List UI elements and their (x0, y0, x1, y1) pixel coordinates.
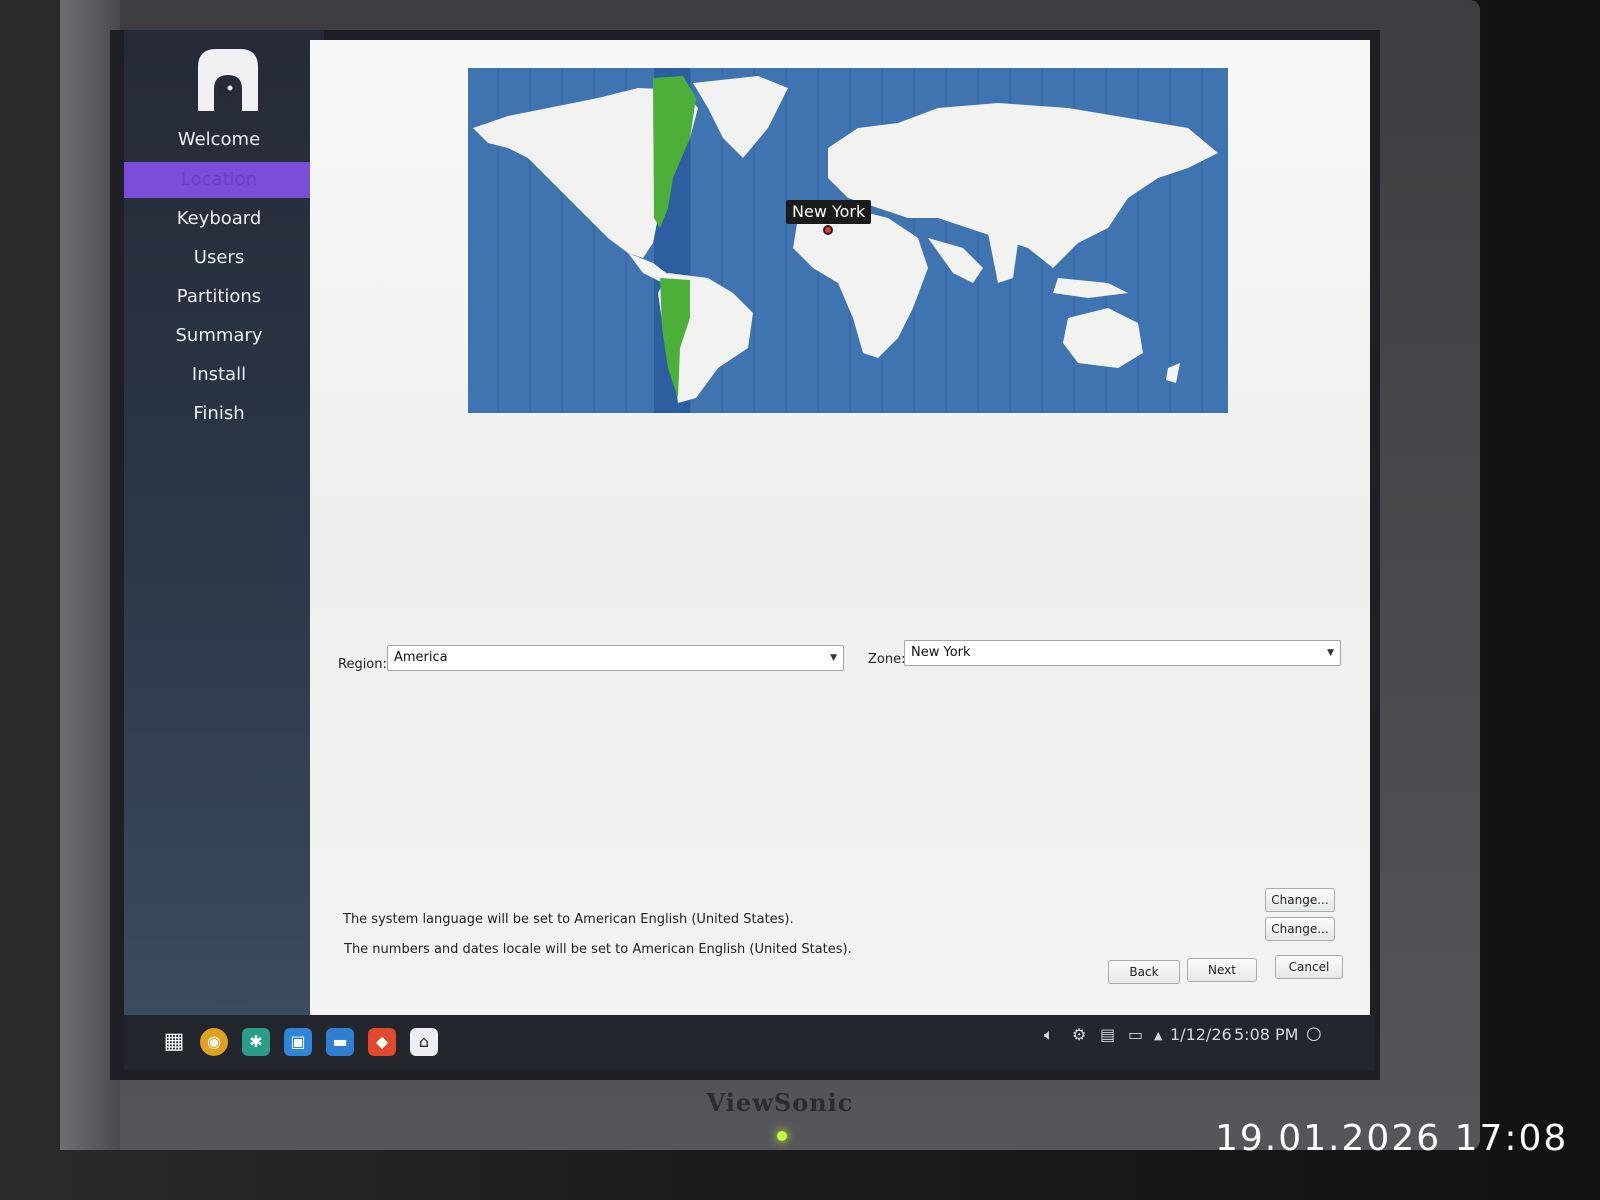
region-select[interactable]: America ▼ (387, 645, 844, 671)
browser-app-icon[interactable]: ◉ (200, 1028, 228, 1056)
region-label: Region: (338, 657, 387, 672)
sidebar-item-summary[interactable]: Summary (124, 318, 314, 354)
change-numbers-button[interactable]: Change... (1265, 917, 1335, 941)
about-button[interactable]: About (214, 995, 247, 1008)
display-icon[interactable]: ▭ (1128, 1025, 1143, 1044)
numbers-locale-text: The numbers and dates locale will be set… (344, 942, 852, 957)
sidebar-item-welcome[interactable]: Welcome (124, 122, 314, 158)
power-icon[interactable]: ○ (1306, 1023, 1322, 1044)
taskbar: ▦ ◉ ✱ ▣ ▬ ◆ ⌂ 🔈︎ ⚙ ▤ ▭ ▲ 1/12/26 5:08 PM… (124, 1015, 1374, 1070)
map-location-pin[interactable] (823, 225, 833, 235)
tray-time: 5:08 PM (1234, 1025, 1299, 1044)
settings-app-icon[interactable]: ✱ (242, 1028, 270, 1056)
zone-select[interactable]: New York ▼ (904, 640, 1341, 666)
store-app-icon[interactable]: ▣ (284, 1028, 312, 1056)
world-map-graphic (468, 68, 1228, 413)
sidebar-item-users[interactable]: Users (124, 240, 314, 276)
screen: Welcome Location Keyboard Users Partitio… (110, 30, 1380, 1080)
chevron-up-icon[interactable]: ▲ (1154, 1029, 1162, 1042)
chevron-down-icon: ▼ (830, 653, 837, 663)
chevron-down-icon: ▼ (1327, 648, 1334, 658)
back-button[interactable]: Back (1108, 960, 1180, 984)
timezone-map[interactable]: New York (468, 68, 1228, 413)
zone-label: Zone: (868, 652, 906, 667)
power-led (777, 1131, 787, 1141)
region-select-value: America (394, 650, 448, 665)
gear-icon[interactable]: ⚙ (1072, 1025, 1086, 1044)
clipboard-icon[interactable]: ▤ (1100, 1025, 1115, 1044)
sidebar-item-install[interactable]: Install (124, 357, 314, 393)
sidebar-item-partitions[interactable]: Partitions (124, 279, 314, 315)
zone-select-value: New York (911, 645, 971, 660)
installer-sidebar: Welcome Location Keyboard Users Partitio… (124, 30, 324, 1015)
photo-timestamp: 19.01.2026 17:08 (1215, 1118, 1569, 1159)
app-launcher-icon[interactable]: ▦ (160, 1028, 188, 1056)
tray-date: 1/12/26 (1170, 1025, 1232, 1044)
next-button[interactable]: Next (1187, 958, 1257, 982)
selected-city-tooltip: New York (786, 200, 872, 224)
sidebar-item-finish[interactable]: Finish (124, 396, 314, 432)
cancel-button[interactable]: Cancel (1275, 955, 1343, 979)
sidebar-item-location[interactable]: Location (124, 162, 314, 198)
location-page: New York Region: America ▼ Zone: New Yor… (310, 40, 1370, 1020)
brave-browser-icon[interactable]: ◆ (368, 1028, 396, 1056)
volume-icon[interactable]: 🔈︎ (1044, 1025, 1054, 1045)
sidebar-item-keyboard[interactable]: Keyboard (124, 201, 314, 237)
system-language-text: The system language will be set to Ameri… (343, 912, 794, 927)
file-manager-icon[interactable]: ▬ (326, 1028, 354, 1056)
installer-logo-icon (198, 49, 258, 111)
change-language-button[interactable]: Change... (1265, 888, 1335, 912)
installer-app-icon[interactable]: ⌂ (410, 1028, 438, 1056)
monitor-brand-logo: ViewSonic (706, 1088, 854, 1117)
